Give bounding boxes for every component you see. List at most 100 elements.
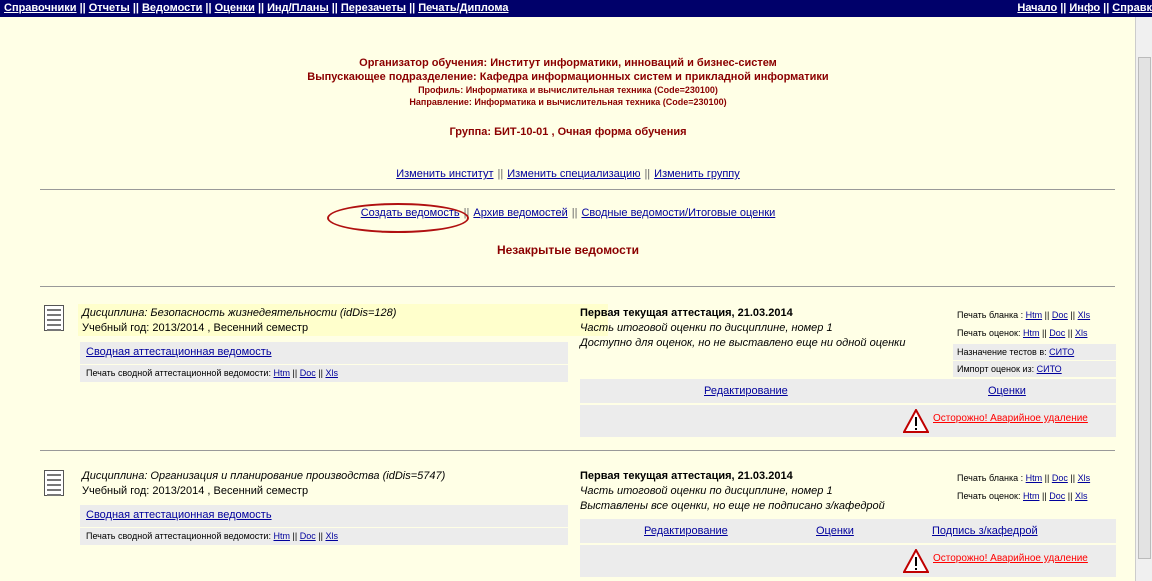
print-blank-xls[interactable]: Xls: [1078, 473, 1091, 483]
top-nav-right: Начало || Инфо || Справк: [1017, 2, 1152, 14]
nav-spravka[interactable]: Справк: [1112, 2, 1152, 14]
nav-pechat-diploma[interactable]: Печать/Диплома: [418, 2, 508, 14]
department-title: Выпускающее подразделение: Кафедра инфор…: [307, 71, 829, 83]
profile-title: Профиль: Информатика и вычислительная те…: [418, 85, 718, 95]
nav-sep: ||: [132, 2, 139, 14]
grades-link[interactable]: Оценки: [988, 385, 1026, 397]
print-blank-doc[interactable]: Doc: [1052, 310, 1068, 320]
vertical-scrollbar[interactable]: [1135, 17, 1152, 581]
nav-info[interactable]: Инфо: [1069, 2, 1100, 14]
attestation-status: Доступно для оценок, но не выставлено ещ…: [580, 337, 906, 349]
assign-tests-row: Назначение тестов в: СИТО: [953, 344, 1116, 360]
import-grades-sito-link[interactable]: СИТО: [1037, 364, 1062, 374]
nav-otchety[interactable]: Отчеты: [89, 2, 130, 14]
organizer-title: Организатор обучения: Институт информати…: [359, 57, 777, 69]
nav-sep: ||: [1103, 2, 1110, 14]
emergency-delete-link[interactable]: Осторожно! Аварийное удаление: [933, 553, 1088, 564]
print-grades-htm[interactable]: Htm: [1023, 328, 1040, 338]
nav-sep: ||: [409, 2, 416, 14]
print-grades-row: Печать оценок: Htm || Doc || Xls: [957, 328, 1087, 338]
change-specialization-link[interactable]: Изменить специализацию: [507, 168, 640, 180]
assign-tests-label: Назначение тестов в:: [957, 347, 1047, 357]
print-blank-htm[interactable]: Htm: [1026, 310, 1043, 320]
nav-nachalo[interactable]: Начало: [1017, 2, 1057, 14]
print-blank-doc[interactable]: Doc: [1052, 473, 1068, 483]
print-grades-xls[interactable]: Xls: [1075, 328, 1088, 338]
print-summary-htm[interactable]: Htm: [273, 368, 290, 378]
edit-link[interactable]: Редактирование: [644, 525, 728, 537]
print-blank-xls[interactable]: Xls: [1078, 310, 1091, 320]
print-summary-xls[interactable]: Xls: [325, 531, 338, 541]
divider: [40, 189, 1115, 190]
print-blank-label: Печать бланка :: [957, 473, 1024, 483]
highlight-oval: [327, 203, 469, 233]
import-grades-row: Импорт оценок из: СИТО: [953, 361, 1116, 377]
warning-row: Осторожно! Аварийное удаление: [580, 545, 1116, 577]
nav-ocenki[interactable]: Оценки: [215, 2, 255, 14]
nav-sep: ||: [257, 2, 265, 14]
attestation-part: Часть итоговой оценки по дисциплине, ном…: [580, 485, 833, 497]
attestation-title: Первая текущая аттестация, 21.03.2014: [580, 470, 793, 482]
change-group-link[interactable]: Изменить группу: [654, 168, 740, 180]
link-sep: ||: [497, 168, 504, 180]
emergency-delete-link[interactable]: Осторожно! Аварийное удаление: [933, 413, 1088, 424]
warning-icon: [903, 409, 929, 433]
nav-sep: ||: [79, 2, 86, 14]
print-grades-label: Печать оценок:: [957, 328, 1021, 338]
nav-vedomosti[interactable]: Ведомости: [142, 2, 202, 14]
assign-tests-sito-link[interactable]: СИТО: [1049, 347, 1074, 357]
attestation-part: Часть итоговой оценки по дисциплине, ном…: [580, 322, 833, 334]
link-sep: ||: [571, 207, 578, 219]
link-sep: ||: [1067, 491, 1073, 501]
sheet-links: Создать ведомость || Архив ведомостей || Сво…: [0, 207, 1136, 219]
print-grades-htm[interactable]: Htm: [1023, 491, 1040, 501]
grades-link[interactable]: Оценки: [816, 525, 854, 537]
top-nav-bar: Справочники || Отчеты || Ведомости || Оценки ||…: [0, 0, 1152, 17]
print-grades-xls[interactable]: Xls: [1075, 491, 1088, 501]
summary-sheet-link[interactable]: Сводная аттестационная ведомость: [86, 346, 272, 358]
print-blank-label: Печать бланка :: [957, 310, 1024, 320]
change-institute-link[interactable]: Изменить институт: [396, 168, 493, 180]
sheet-archive-link[interactable]: Архив ведомостей: [473, 207, 567, 219]
summary-sheet-link[interactable]: Сводная аттестационная ведомость: [86, 509, 272, 521]
link-sep: ||: [1067, 328, 1073, 338]
link-sep: ||: [1070, 310, 1076, 320]
print-grades-doc[interactable]: Doc: [1049, 491, 1065, 501]
print-blank-htm[interactable]: Htm: [1026, 473, 1043, 483]
nav-perezachety[interactable]: Перезачеты: [341, 2, 406, 14]
top-nav-left: Справочники || Отчеты || Ведомости || Оценки ||…: [4, 2, 508, 14]
scrollbar-thumb[interactable]: [1138, 57, 1151, 559]
summary-sheet-row: Сводная аттестационная ведомость: [80, 342, 568, 364]
print-blank-row: Печать бланка : Htm || Doc || Xls: [957, 310, 1090, 320]
print-grades-doc[interactable]: Doc: [1049, 328, 1065, 338]
main-content: Организатор обучения: Институт информати…: [0, 17, 1136, 581]
print-summary-label: Печать сводной аттестационной ведомости:: [86, 531, 271, 541]
nav-ind-plany[interactable]: Инд/Планы: [267, 2, 329, 14]
dept-sign-link[interactable]: Подпись з/кафедрой: [932, 525, 1038, 537]
document-icon: [44, 470, 64, 496]
nav-sep: ||: [331, 2, 338, 14]
print-grades-label: Печать оценок:: [957, 491, 1021, 501]
print-summary-doc[interactable]: Doc: [300, 368, 316, 378]
divider: [40, 450, 1115, 451]
print-summary-doc[interactable]: Doc: [300, 531, 316, 541]
print-summary-htm[interactable]: Htm: [273, 531, 290, 541]
nav-sep: ||: [205, 2, 212, 14]
warning-icon: [903, 549, 929, 573]
print-blank-row: Печать бланка : Htm || Doc || Xls: [957, 473, 1090, 483]
group-title: Группа: БИТ-10-01 , Очная форма обучения: [449, 126, 687, 138]
link-sep: ||: [1070, 473, 1076, 483]
nav-spravochniki[interactable]: Справочники: [4, 2, 77, 14]
edit-link[interactable]: Редактирование: [704, 385, 788, 397]
print-summary-row: Печать сводной аттестационной ведомости:…: [80, 365, 568, 382]
nav-sep: ||: [1060, 2, 1067, 14]
document-icon: [44, 305, 64, 331]
summary-sheet-row: Сводная аттестационная ведомость: [80, 505, 568, 527]
summary-sheets-link[interactable]: Сводные ведомости/Итоговые оценки: [581, 207, 775, 219]
print-summary-xls[interactable]: Xls: [325, 368, 338, 378]
link-sep: ||: [318, 368, 323, 378]
link-sep: ||: [1044, 310, 1050, 320]
link-sep: ||: [644, 168, 651, 180]
actions-row: Редактирование Оценки: [580, 379, 1116, 403]
import-grades-label: Импорт оценок из:: [957, 364, 1035, 374]
